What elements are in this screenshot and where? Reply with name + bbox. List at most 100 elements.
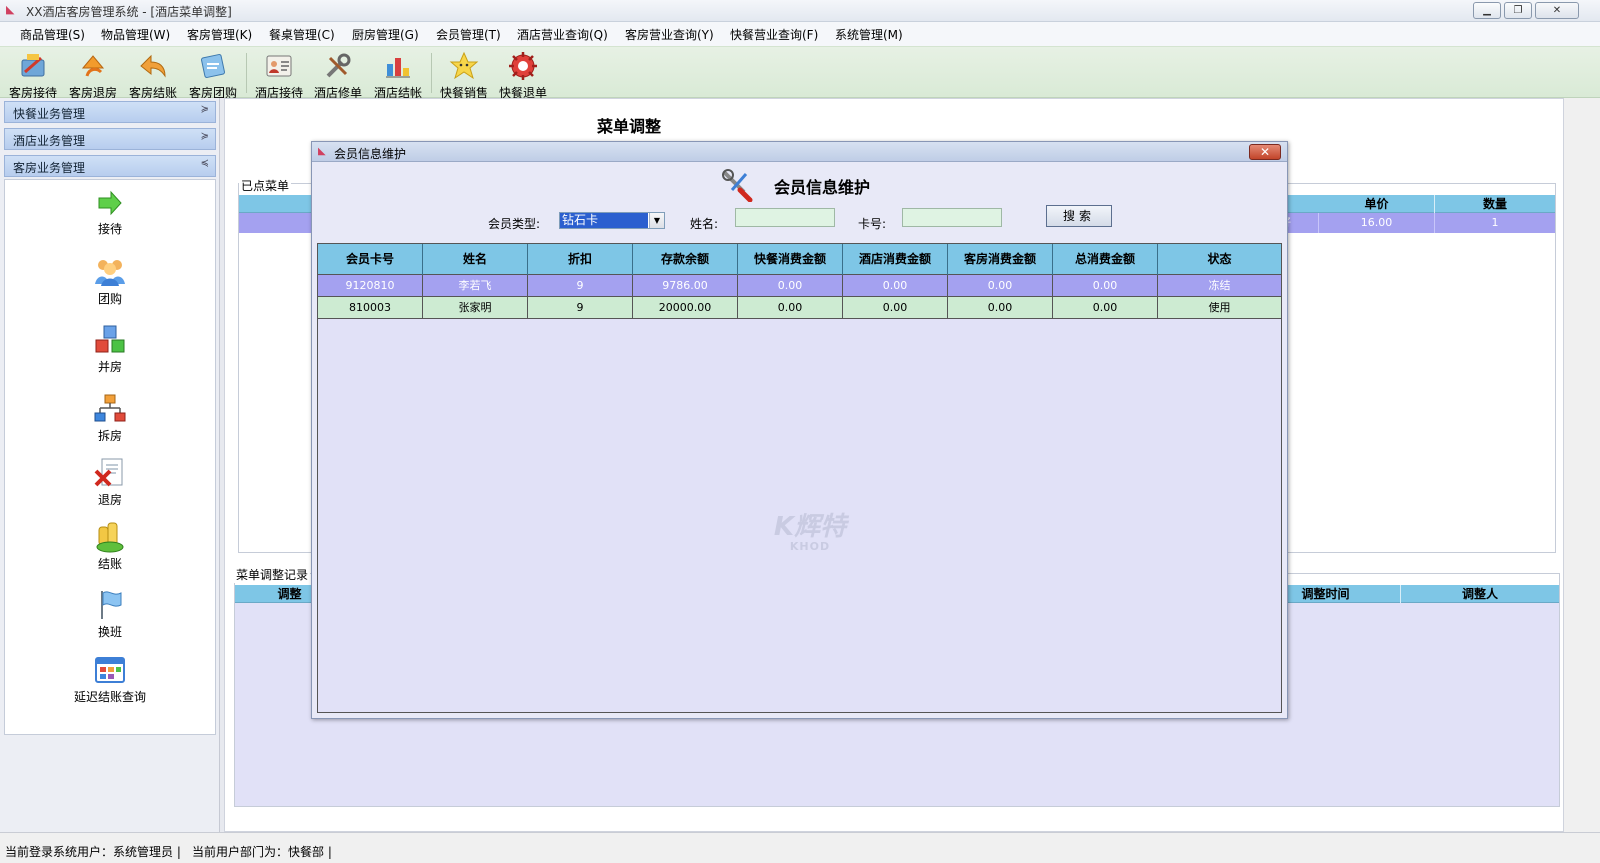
- cell-hotel-spend: 0.00: [843, 275, 948, 297]
- app-icon: ◣: [318, 146, 326, 157]
- menu-bar: 商品管理(S) 物品管理(W) 客房管理(K) 餐桌管理(C) 厨房管理(G) …: [0, 22, 1600, 46]
- toolbar-fastfood-sales-button[interactable]: 快餐销售: [435, 48, 493, 100]
- column-header-card-no[interactable]: 会员卡号: [318, 244, 423, 275]
- status-user: 当前登录系统用户：系统管理员 |: [5, 845, 181, 859]
- card-number-input[interactable]: [902, 208, 1002, 227]
- member-grid: 会员卡号 姓名 折扣 存款余额 快餐消费金额 酒店消费金额 客房消费金额 总消费…: [317, 243, 1282, 713]
- cell-balance: 9786.00: [633, 275, 738, 297]
- cell-fastfood-spend: 0.00: [738, 275, 843, 297]
- sidebar-item-checkout[interactable]: 退房: [5, 457, 215, 508]
- room-settle-icon: [140, 54, 166, 78]
- toolbar-hotel-settle-button[interactable]: 酒店结帐: [369, 48, 427, 100]
- toolbar-hotel-edit-order-button[interactable]: 酒店修单: [309, 48, 367, 100]
- toolbar-room-checkin-button[interactable]: 客房接待: [4, 48, 62, 100]
- sidebar-item-group[interactable]: 团购: [5, 256, 215, 307]
- column-header-adjust-person[interactable]: 调整人: [1401, 585, 1559, 603]
- menu-room-query[interactable]: 客房营业查询(Y): [625, 26, 714, 43]
- toolbar-hotel-reception-button[interactable]: 酒店接待: [250, 48, 308, 100]
- chevron-down-icon: ▼: [649, 213, 664, 228]
- room-checkin-icon: [21, 54, 45, 77]
- toolbar-room-group-button[interactable]: 客房团购: [184, 48, 242, 100]
- toolbar-separator: [431, 53, 432, 93]
- window-title: XX酒店客房管理系统 - [酒店菜单调整]: [26, 5, 232, 19]
- column-header-status[interactable]: 状态: [1158, 244, 1281, 275]
- close-button[interactable]: ✕: [1535, 2, 1579, 19]
- sidebar-item-shift-change[interactable]: 换班: [5, 589, 215, 640]
- column-header-name[interactable]: 姓名: [423, 244, 528, 275]
- cell-status: 使用: [1208, 301, 1231, 314]
- wrench-tools-icon: [722, 169, 753, 202]
- member-type-value: 钻石卡: [560, 213, 648, 228]
- sidebar-item-reception[interactable]: 接待: [5, 188, 215, 237]
- sidebar-item-settle[interactable]: 结账: [5, 521, 215, 572]
- table-row[interactable]: 9120810 李若飞 9 9786.00 0.00 0.00 0.00 0.0…: [318, 275, 1281, 297]
- menu-tables[interactable]: 餐桌管理(C): [269, 26, 335, 43]
- member-grid-header: 会员卡号 姓名 折扣 存款余额 快餐消费金额 酒店消费金额 客房消费金额 总消费…: [318, 244, 1281, 275]
- member-info-dialog: ◣ 会员信息维护 ✕ 会员信息维护 会员类型: 钻石卡 ▼ 姓名: 卡号: 搜索…: [311, 141, 1288, 719]
- rooms-panel: 接待 团购 并房 拆房 退房 结账 换班 延迟结账查询: [4, 179, 216, 735]
- sidebar-item-delayed-settle-query[interactable]: 延迟结账查询: [5, 654, 215, 705]
- sidebar-section-fastfood[interactable]: 快餐业务管理 ≽: [4, 101, 216, 123]
- chevron-down-icon: ≽: [200, 131, 209, 142]
- cell-discount: 9: [528, 275, 633, 297]
- cell-status: 冻结: [1208, 279, 1231, 292]
- sidebar-item-split-room[interactable]: 拆房: [5, 393, 215, 444]
- app-icon: ◣: [6, 3, 15, 16]
- document-x-icon: [94, 458, 123, 487]
- menu-kitchen[interactable]: 厨房管理(G): [352, 26, 419, 43]
- menu-goods[interactable]: 商品管理(S): [20, 26, 85, 43]
- toolbar-room-settle-button[interactable]: 客房结账: [124, 48, 182, 100]
- split-hierarchy-icon: [94, 394, 126, 422]
- sidebar-section-hotel[interactable]: 酒店业务管理 ≽: [4, 128, 216, 150]
- room-checkout-icon: [81, 55, 105, 77]
- group-people-icon: [95, 260, 125, 286]
- menu-fastfood-query[interactable]: 快餐营业查询(F): [730, 26, 818, 43]
- cell-fastfood-spend: 0.00: [738, 297, 843, 319]
- cell-name: 张家明: [423, 297, 528, 319]
- column-header-price[interactable]: 单价: [1319, 195, 1435, 213]
- toolbar-separator: [246, 53, 247, 93]
- flag-icon: [101, 591, 122, 619]
- column-header-qty[interactable]: 数量: [1435, 195, 1555, 213]
- name-input[interactable]: [735, 208, 835, 227]
- cell-total-spend: 0.00: [1053, 275, 1158, 297]
- merge-blocks-icon: [95, 325, 125, 353]
- dialog-heading: 会员信息维护: [774, 178, 871, 197]
- cell-room-spend: 0.00: [948, 275, 1053, 297]
- column-header-balance[interactable]: 存款余额: [633, 244, 738, 275]
- column-header-total-spend[interactable]: 总消费金额: [1053, 244, 1158, 275]
- search-button[interactable]: 搜索: [1046, 205, 1112, 227]
- menu-hotel-query[interactable]: 酒店营业查询(Q): [517, 26, 608, 43]
- column-header-hotel-spend[interactable]: 酒店消费金额: [843, 244, 948, 275]
- menu-rooms[interactable]: 客房管理(K): [187, 26, 252, 43]
- member-type-label: 会员类型:: [488, 217, 541, 231]
- toolbar-fastfood-refund-button[interactable]: 快餐退单: [494, 48, 552, 100]
- restore-button[interactable]: ❐: [1504, 2, 1532, 19]
- ordered-item-qty: 1: [1491, 216, 1499, 229]
- ordered-item-price: 16.00: [1319, 213, 1435, 233]
- fastfood-refund-icon: [509, 52, 537, 80]
- toolbar-room-checkout-button[interactable]: 客房退房: [64, 48, 122, 100]
- column-header-room-spend[interactable]: 客房消费金额: [948, 244, 1053, 275]
- watermark-logo: K辉特 KHOD: [773, 512, 847, 553]
- calendar-grid-icon: [95, 657, 125, 683]
- sidebar-item-merge-room[interactable]: 并房: [5, 324, 215, 375]
- column-header-discount[interactable]: 折扣: [528, 244, 633, 275]
- table-row[interactable]: 810003 张家明 9 20000.00 0.00 0.00 0.00 0.0…: [318, 297, 1281, 319]
- cell-name: 李若飞: [423, 275, 528, 297]
- toolbar: 客房接待 客房退房 客房结账 客房团购 酒店接待 酒店修单 酒店结帐 快餐销售 …: [0, 46, 1600, 100]
- ordered-menu-label: 已点菜单: [239, 177, 292, 194]
- menu-system[interactable]: 系统管理(M): [835, 26, 903, 43]
- cell-hotel-spend: 0.00: [843, 297, 948, 319]
- column-header-fastfood-spend[interactable]: 快餐消费金额: [738, 244, 843, 275]
- minimize-button[interactable]: ▁: [1473, 2, 1501, 19]
- menu-members[interactable]: 会员管理(T): [436, 26, 501, 43]
- hotel-reception-icon: [266, 55, 292, 77]
- sidebar-section-rooms[interactable]: 客房业务管理 ≼: [4, 155, 216, 177]
- dialog-titlebar[interactable]: ◣ 会员信息维护 ✕: [312, 142, 1287, 162]
- dialog-title: 会员信息维护: [334, 147, 407, 161]
- dialog-close-button[interactable]: ✕: [1249, 144, 1281, 160]
- status-bar: 当前登录系统用户：系统管理员 | 当前用户部门为：快餐部 |: [0, 832, 1600, 863]
- menu-items[interactable]: 物品管理(W): [101, 26, 170, 43]
- member-type-select[interactable]: 钻石卡 ▼: [559, 212, 665, 229]
